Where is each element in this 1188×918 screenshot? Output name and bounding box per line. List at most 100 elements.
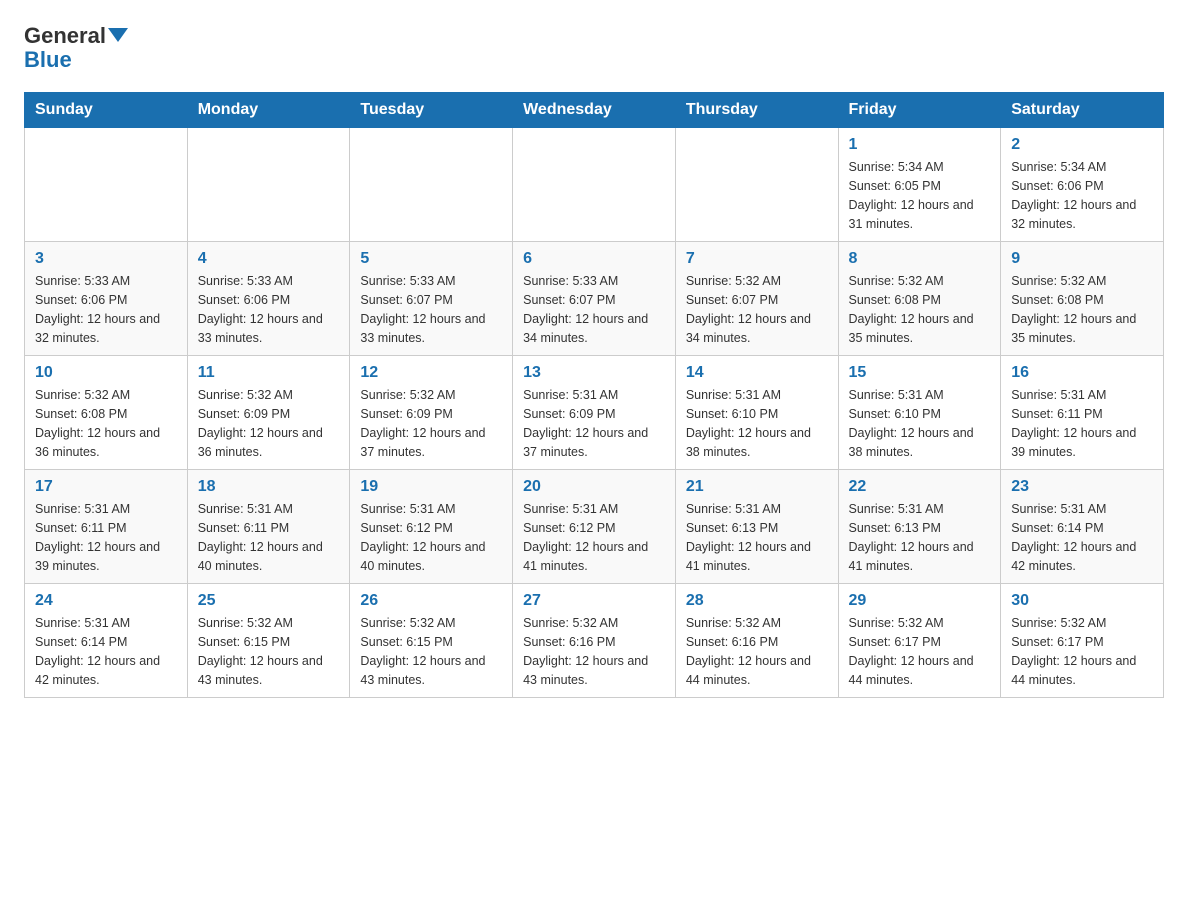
day-number: 4 [198, 250, 340, 268]
day-number: 26 [360, 592, 502, 610]
day-info: Sunrise: 5:32 AM Sunset: 6:08 PM Dayligh… [35, 386, 177, 461]
calendar-day-cell: 7 Sunrise: 5:32 AM Sunset: 6:07 PM Daylig… [675, 242, 838, 356]
day-number: 19 [360, 478, 502, 496]
calendar-day-cell: 4 Sunrise: 5:33 AM Sunset: 6:06 PM Daylig… [187, 242, 350, 356]
calendar-day-cell [25, 128, 188, 242]
day-number: 6 [523, 250, 665, 268]
calendar-day-cell: 29 Sunrise: 5:32 AM Sunset: 6:17 PM Dayli… [838, 584, 1001, 698]
day-number: 7 [686, 250, 828, 268]
day-number: 11 [198, 364, 340, 382]
calendar-day-cell: 27 Sunrise: 5:32 AM Sunset: 6:16 PM Dayli… [513, 584, 676, 698]
day-info: Sunrise: 5:34 AM Sunset: 6:06 PM Dayligh… [1011, 158, 1153, 233]
calendar-day-cell: 1 Sunrise: 5:34 AM Sunset: 6:05 PM Daylig… [838, 128, 1001, 242]
day-number: 20 [523, 478, 665, 496]
calendar-day-cell: 16Sunrise: 5:31 AM Sunset: 6:11 PM Dayli… [1001, 356, 1164, 470]
day-number: 22 [849, 478, 991, 496]
day-info: Sunrise: 5:33 AM Sunset: 6:06 PM Dayligh… [198, 272, 340, 347]
day-info: Sunrise: 5:32 AM Sunset: 6:16 PM Dayligh… [686, 614, 828, 689]
day-of-week-header: Sunday [25, 93, 188, 128]
calendar-day-cell: 11 Sunrise: 5:32 AM Sunset: 6:09 PM Dayli… [187, 356, 350, 470]
day-number: 12 [360, 364, 502, 382]
day-info: Sunrise: 5:32 AM Sunset: 6:15 PM Dayligh… [360, 614, 502, 689]
day-info: Sunrise: 5:31 AM Sunset: 6:13 PM Dayligh… [686, 500, 828, 575]
calendar-week-row: 10 Sunrise: 5:32 AM Sunset: 6:08 PM Dayli… [25, 356, 1164, 470]
day-info: Sunrise: 5:32 AM Sunset: 6:08 PM Dayligh… [849, 272, 991, 347]
day-info: Sunrise: 5:32 AM Sunset: 6:15 PM Dayligh… [198, 614, 340, 689]
day-number: 1 [849, 136, 991, 154]
calendar-day-cell: 15 Sunrise: 5:31 AM Sunset: 6:10 PM Dayli… [838, 356, 1001, 470]
logo-blue: Blue [24, 47, 72, 72]
day-number: 23 [1011, 478, 1153, 496]
calendar-table: SundayMondayTuesdayWednesdayThursdayFrid… [24, 92, 1164, 698]
calendar-week-row: 17 Sunrise: 5:31 AM Sunset: 6:11 PM Dayli… [25, 470, 1164, 584]
day-number: 18 [198, 478, 340, 496]
day-number: 21 [686, 478, 828, 496]
day-info: Sunrise: 5:31 AM Sunset: 6:14 PM Dayligh… [35, 614, 177, 689]
day-info: Sunrise: 5:32 AM Sunset: 6:09 PM Dayligh… [360, 386, 502, 461]
day-number: 30 [1011, 592, 1153, 610]
calendar-day-cell: 5 Sunrise: 5:33 AM Sunset: 6:07 PM Daylig… [350, 242, 513, 356]
day-info: Sunrise: 5:33 AM Sunset: 6:06 PM Dayligh… [35, 272, 177, 347]
day-number: 2 [1011, 136, 1153, 154]
calendar-day-cell: 19 Sunrise: 5:31 AM Sunset: 6:12 PM Dayli… [350, 470, 513, 584]
calendar-day-cell: 28 Sunrise: 5:32 AM Sunset: 6:16 PM Dayli… [675, 584, 838, 698]
calendar-day-cell [675, 128, 838, 242]
day-info: Sunrise: 5:31 AM Sunset: 6:09 PM Dayligh… [523, 386, 665, 461]
day-of-week-header: Thursday [675, 93, 838, 128]
day-info: Sunrise: 5:32 AM Sunset: 6:08 PM Dayligh… [1011, 272, 1153, 347]
calendar-day-cell: 23Sunrise: 5:31 AM Sunset: 6:14 PM Dayli… [1001, 470, 1164, 584]
day-info: Sunrise: 5:32 AM Sunset: 6:16 PM Dayligh… [523, 614, 665, 689]
day-number: 14 [686, 364, 828, 382]
calendar-day-cell: 20 Sunrise: 5:31 AM Sunset: 6:12 PM Dayli… [513, 470, 676, 584]
day-number: 9 [1011, 250, 1153, 268]
calendar-week-row: 24 Sunrise: 5:31 AM Sunset: 6:14 PM Dayli… [25, 584, 1164, 698]
calendar-day-cell: 17 Sunrise: 5:31 AM Sunset: 6:11 PM Dayli… [25, 470, 188, 584]
day-of-week-header: Friday [838, 93, 1001, 128]
day-number: 17 [35, 478, 177, 496]
calendar-day-cell: 10 Sunrise: 5:32 AM Sunset: 6:08 PM Dayli… [25, 356, 188, 470]
calendar-day-cell: 21 Sunrise: 5:31 AM Sunset: 6:13 PM Dayli… [675, 470, 838, 584]
calendar-day-cell [187, 128, 350, 242]
day-number: 5 [360, 250, 502, 268]
day-number: 3 [35, 250, 177, 268]
calendar-day-cell: 13Sunrise: 5:31 AM Sunset: 6:09 PM Dayli… [513, 356, 676, 470]
day-number: 27 [523, 592, 665, 610]
day-info: Sunrise: 5:31 AM Sunset: 6:10 PM Dayligh… [686, 386, 828, 461]
day-info: Sunrise: 5:32 AM Sunset: 6:07 PM Dayligh… [686, 272, 828, 347]
day-number: 24 [35, 592, 177, 610]
day-info: Sunrise: 5:31 AM Sunset: 6:13 PM Dayligh… [849, 500, 991, 575]
calendar-day-cell: 30 Sunrise: 5:32 AM Sunset: 6:17 PM Dayli… [1001, 584, 1164, 698]
day-info: Sunrise: 5:31 AM Sunset: 6:12 PM Dayligh… [523, 500, 665, 575]
day-info: Sunrise: 5:31 AM Sunset: 6:11 PM Dayligh… [198, 500, 340, 575]
day-info: Sunrise: 5:33 AM Sunset: 6:07 PM Dayligh… [360, 272, 502, 347]
day-of-week-header: Tuesday [350, 93, 513, 128]
calendar-day-cell: 12 Sunrise: 5:32 AM Sunset: 6:09 PM Dayli… [350, 356, 513, 470]
day-number: 28 [686, 592, 828, 610]
day-info: Sunrise: 5:32 AM Sunset: 6:09 PM Dayligh… [198, 386, 340, 461]
day-info: Sunrise: 5:31 AM Sunset: 6:12 PM Dayligh… [360, 500, 502, 575]
calendar-week-row: 3 Sunrise: 5:33 AM Sunset: 6:06 PM Daylig… [25, 242, 1164, 356]
calendar-day-cell: 8Sunrise: 5:32 AM Sunset: 6:08 PM Daylig… [838, 242, 1001, 356]
calendar-day-cell: 3 Sunrise: 5:33 AM Sunset: 6:06 PM Daylig… [25, 242, 188, 356]
day-info: Sunrise: 5:32 AM Sunset: 6:17 PM Dayligh… [1011, 614, 1153, 689]
day-info: Sunrise: 5:31 AM Sunset: 6:11 PM Dayligh… [1011, 386, 1153, 461]
calendar-day-cell: 2 Sunrise: 5:34 AM Sunset: 6:06 PM Daylig… [1001, 128, 1164, 242]
day-of-week-header: Saturday [1001, 93, 1164, 128]
calendar-day-cell: 22 Sunrise: 5:31 AM Sunset: 6:13 PM Dayli… [838, 470, 1001, 584]
calendar-header-row: SundayMondayTuesdayWednesdayThursdayFrid… [25, 93, 1164, 128]
day-info: Sunrise: 5:31 AM Sunset: 6:11 PM Dayligh… [35, 500, 177, 575]
day-number: 15 [849, 364, 991, 382]
page-header: General Blue [24, 24, 1164, 72]
day-info: Sunrise: 5:33 AM Sunset: 6:07 PM Dayligh… [523, 272, 665, 347]
logo-text: General Blue [24, 24, 128, 72]
logo: General Blue [24, 24, 128, 72]
day-number: 25 [198, 592, 340, 610]
day-number: 10 [35, 364, 177, 382]
day-number: 29 [849, 592, 991, 610]
day-of-week-header: Wednesday [513, 93, 676, 128]
calendar-week-row: 1 Sunrise: 5:34 AM Sunset: 6:05 PM Daylig… [25, 128, 1164, 242]
day-info: Sunrise: 5:32 AM Sunset: 6:17 PM Dayligh… [849, 614, 991, 689]
day-info: Sunrise: 5:34 AM Sunset: 6:05 PM Dayligh… [849, 158, 991, 233]
day-info: Sunrise: 5:31 AM Sunset: 6:10 PM Dayligh… [849, 386, 991, 461]
calendar-day-cell: 26 Sunrise: 5:32 AM Sunset: 6:15 PM Dayli… [350, 584, 513, 698]
